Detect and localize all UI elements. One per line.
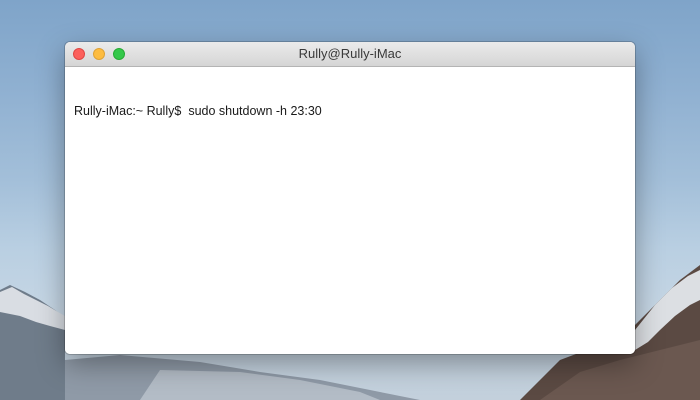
terminal-window[interactable]: Rully@Rully-iMac Rully-iMac:~ Rully$ sud… [65, 42, 635, 354]
shell-prompt: Rully-iMac:~ Rully$ [74, 104, 182, 118]
window-titlebar[interactable]: Rully@Rully-iMac [65, 42, 635, 67]
window-title: Rully@Rully-iMac [298, 46, 402, 61]
typed-command: sudo shutdown -h 23:30 [188, 104, 322, 118]
terminal-output-area[interactable]: Rully-iMac:~ Rully$ sudo shutdown -h 23:… [65, 67, 635, 354]
command-line: Rully-iMac:~ Rully$ sudo shutdown -h 23:… [74, 104, 626, 118]
